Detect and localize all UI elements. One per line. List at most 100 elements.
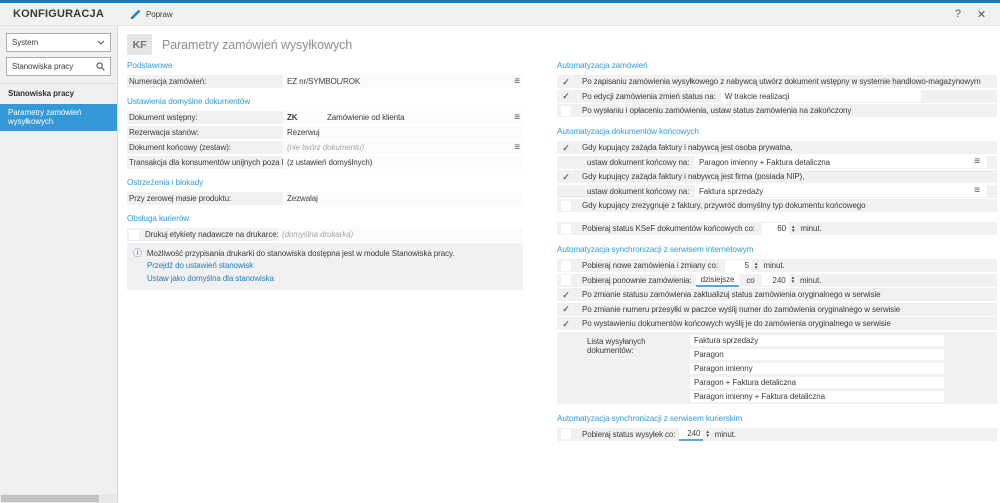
checkbox-label: Po wystawieniu dokumentów końcowych wyśl… (582, 319, 891, 328)
down-arrow-icon[interactable]: ▼ (754, 266, 758, 270)
dokument-wstepny-field[interactable]: ZK Zamówienie od klienta ≡ (283, 111, 523, 124)
unit-label: minut. (800, 276, 821, 285)
spinner[interactable]: ▲ ▼ (791, 225, 795, 233)
checkbox[interactable]: ✓ (561, 319, 571, 329)
sidebar-item-stanowiska-pracy[interactable]: Stanowiska pracy (0, 84, 117, 104)
checkbox[interactable] (561, 106, 571, 116)
status-field[interactable]: W trakcie realizacji (721, 90, 921, 102)
etykiety-field[interactable]: (domyślna drukarka) (278, 228, 523, 241)
document-list-item[interactable]: Paragon imienny (690, 363, 944, 374)
rezerwacja-field[interactable]: Rezerwuj (283, 126, 523, 139)
checkbox[interactable]: ✓ (561, 143, 571, 153)
ustaw-dokument-label: ustaw dokument końcowy na: (587, 158, 690, 167)
numeracja-field[interactable]: EZ nr/SYMBOL/ROK ≡ (283, 75, 523, 88)
rezerwacja-label: Rezerwacja stanów: (129, 128, 283, 137)
checkbox-label: Po zapisaniu zamówienia wysyłkowego z na… (582, 77, 981, 86)
scrollbar-thumb[interactable] (1, 495, 99, 502)
titlebar: KONFIGURACJA Popraw ? ✕ (0, 3, 1000, 26)
nowe-interval-field[interactable]: 5 (725, 260, 752, 272)
link-ustawienia-stanowisk[interactable]: Przejdź do ustawień stanowisk (147, 260, 517, 272)
right-column: Automatyzacja zamówień ✓ Po zapisaniu za… (557, 61, 997, 442)
search-input[interactable] (12, 62, 92, 71)
row-dokument-firma: ustaw dokument końcowy na: Faktura sprze… (557, 185, 997, 198)
dokument-koncowy-label: Dokument końcowy (zestaw): (129, 143, 283, 152)
scope-dropdown-field[interactable]: dzisiejsze (696, 274, 740, 287)
document-list-item[interactable]: Faktura sprzedaży (690, 335, 944, 346)
edit-button-label: Popraw (146, 10, 173, 19)
document-list-item[interactable]: Paragon (690, 349, 944, 360)
sidebar-horizontal-scrollbar[interactable] (0, 494, 117, 503)
pencil-icon (130, 9, 141, 20)
module-select-value: System (12, 38, 93, 47)
documents-list-label: Lista wysyłanych dokumentów: (587, 335, 690, 402)
row-pobieraj-nowe: Pobieraj nowe zamówienia i zmiany co: 5 … (557, 259, 997, 272)
down-arrow-icon[interactable]: ▼ (791, 280, 795, 284)
ksef-interval-field[interactable]: 60 (762, 223, 789, 235)
dokument-koncowy-field[interactable]: (nie twórz dokumentu) ≡ (283, 141, 523, 154)
checkbox-label: Pobieraj ponownie zamówienia: (582, 276, 692, 285)
info-icon: ⓘ (133, 248, 142, 259)
link-domyslna-stanowiska[interactable]: Ustaw jako domyślna dla stanowiska (147, 273, 517, 285)
ponownie-interval-field[interactable]: 240 (762, 274, 789, 286)
row-pobieraj-ponownie: Pobieraj ponownie zamówienia: dzisiejsze… (557, 274, 997, 287)
row-faktura-firma: ✓ Gdy kupujący zażąda faktury i nabywcą … (557, 170, 997, 183)
wysylki-interval-field[interactable]: 240 (679, 428, 703, 441)
help-button[interactable]: ? (955, 8, 961, 20)
search-icon (96, 62, 105, 71)
checkbox[interactable] (561, 201, 571, 211)
masa-label: Przy zerowej masie produktu: (129, 194, 283, 203)
down-arrow-icon[interactable]: ▼ (791, 229, 795, 233)
row-dokument-koncowy: Dokument końcowy (zestaw): (nie twórz do… (127, 141, 523, 154)
down-arrow-icon[interactable]: ▼ (705, 434, 709, 438)
sidebar-search[interactable] (6, 57, 111, 76)
section-automatyzacja-zamowien: Automatyzacja zamówień (557, 61, 997, 70)
unit-label: minut. (715, 430, 736, 439)
checkbox[interactable] (561, 224, 571, 234)
checkbox-label: Pobieraj nowe zamówienia i zmiany co: (582, 261, 718, 270)
dokument-osoba-field[interactable]: Paragon imienny + Faktura detaliczna ≡ (695, 156, 987, 168)
checkbox[interactable]: ✓ (561, 304, 571, 314)
menu-icon[interactable]: ≡ (971, 157, 983, 167)
checkbox[interactable]: ✓ (561, 91, 571, 101)
edit-button[interactable]: Popraw (130, 9, 173, 20)
left-column: Podstawowe Numeracja zamówień: EZ nr/SYM… (127, 61, 523, 442)
spinner[interactable]: ▲ ▼ (705, 430, 709, 438)
close-button[interactable]: ✕ (977, 8, 986, 21)
page-header: KF Parametry zamówień wysyłkowych (118, 26, 1000, 61)
row-rezerwacja: Rezerwacja stanów: Rezerwuj (127, 126, 523, 139)
menu-icon[interactable]: ≡ (511, 77, 523, 87)
row-dokument-osoba: ustaw dokument końcowy na: Paragon imien… (557, 156, 997, 169)
sidebar-item-parametry-zamowien[interactable]: Parametry zamówień wysyłkowych (0, 104, 117, 131)
checkbox[interactable] (561, 429, 571, 439)
module-select[interactable]: System (6, 33, 111, 52)
section-ostrzezenia: Ostrzeżenia i blokady (127, 178, 523, 187)
menu-icon[interactable]: ≡ (511, 113, 523, 123)
section-sync-kurier: Automatyzacja synchronizacji z serwisem … (557, 414, 997, 423)
co-label: co (746, 276, 754, 285)
transakcja-field[interactable]: (z ustawień domyślnych) (283, 156, 523, 169)
window-controls: ? ✕ (955, 8, 1000, 21)
etykiety-checkbox[interactable] (129, 230, 139, 240)
document-list-item[interactable]: Paragon + Faktura detaliczna (690, 377, 944, 388)
row-wyslij-dokumenty: ✓ Po wystawieniu dokumentów końcowych wy… (557, 317, 997, 330)
checkbox[interactable]: ✓ (561, 172, 571, 182)
row-ksef-status: Pobieraj status KSeF dokumentów końcowyc… (557, 222, 997, 235)
row-auto-wyslanie-zakonczony: Po wysłaniu i opłaceniu zamówienia, usta… (557, 104, 997, 117)
menu-icon[interactable]: ≡ (511, 143, 523, 153)
checkbox[interactable]: ✓ (561, 290, 571, 300)
document-list-item[interactable]: Paragon imienny + Faktura detaliczna (690, 391, 944, 402)
menu-icon[interactable]: ≡ (971, 186, 983, 196)
checkbox[interactable] (561, 275, 571, 285)
dokument-firma-field[interactable]: Faktura sprzedaży ≡ (695, 185, 987, 197)
masa-field[interactable]: Zezwalaj (283, 192, 523, 205)
checkbox[interactable] (561, 261, 571, 271)
sidebar: System Stanowiska pracy Parametry zamówi… (0, 26, 118, 503)
unit-label: minut. (763, 261, 784, 270)
row-masa: Przy zerowej masie produktu: Zezwalaj (127, 192, 523, 205)
checkbox[interactable]: ✓ (561, 77, 571, 87)
spinner[interactable]: ▲ ▼ (754, 262, 758, 270)
spinner[interactable]: ▲ ▼ (791, 276, 795, 284)
configuration-window: KONFIGURACJA Popraw ? ✕ System (0, 0, 1000, 503)
row-dokument-wstepny: Dokument wstępny: ZK Zamówienie od klien… (127, 111, 523, 124)
chevron-down-icon (97, 40, 105, 45)
